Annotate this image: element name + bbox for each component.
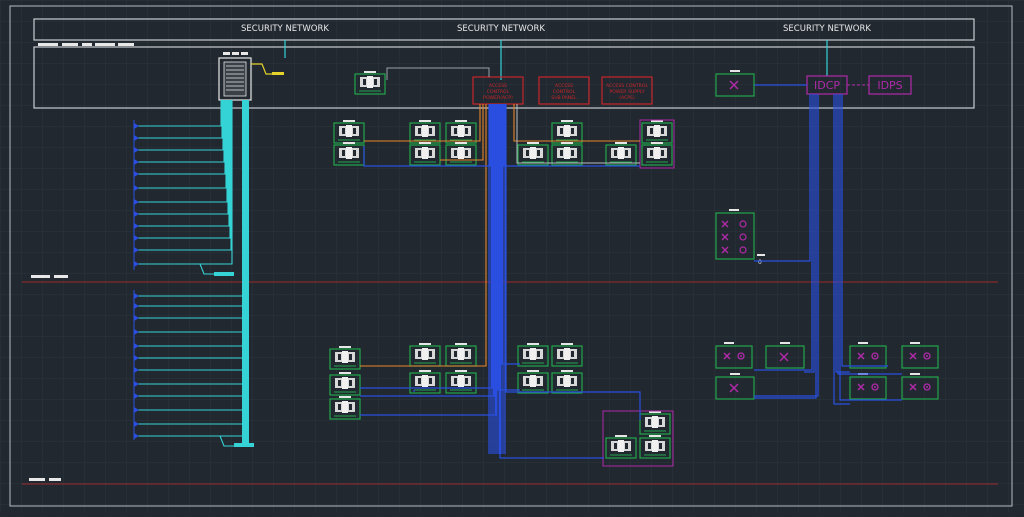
zero-tag-bar [757, 254, 765, 256]
network-label-left: SECURITY NETWORK [241, 24, 329, 34]
sub-panel-line-2: CONTROL [553, 89, 576, 95]
acp-line-1: ACCESS [489, 83, 507, 89]
network-label-right: SECURITY NETWORK [783, 24, 871, 34]
security-riser-diagram: SECURITY NETWORK SECURITY NETWORK SECURI… [0, 0, 1024, 513]
acp-line-3: POWER(ACP) [483, 95, 513, 101]
acps-line-3: (ACPS) [619, 95, 635, 101]
acps-line-1: ACCESS CONTROL [606, 83, 649, 89]
zero-label: 0 [758, 259, 762, 266]
acp-line-2: CONTROL [487, 89, 510, 95]
network-label-center: SECURITY NETWORK [457, 24, 545, 34]
acps-line-2: POWER SUPPLY [609, 89, 644, 95]
header-title-blocks [38, 43, 134, 46]
sub-panel-line-1: ACCESS [555, 83, 573, 89]
sub-panel-line-3: SUB PANEL [551, 95, 577, 101]
idcp-label: IDCP [814, 79, 840, 92]
idps-label: IDPS [877, 79, 902, 92]
